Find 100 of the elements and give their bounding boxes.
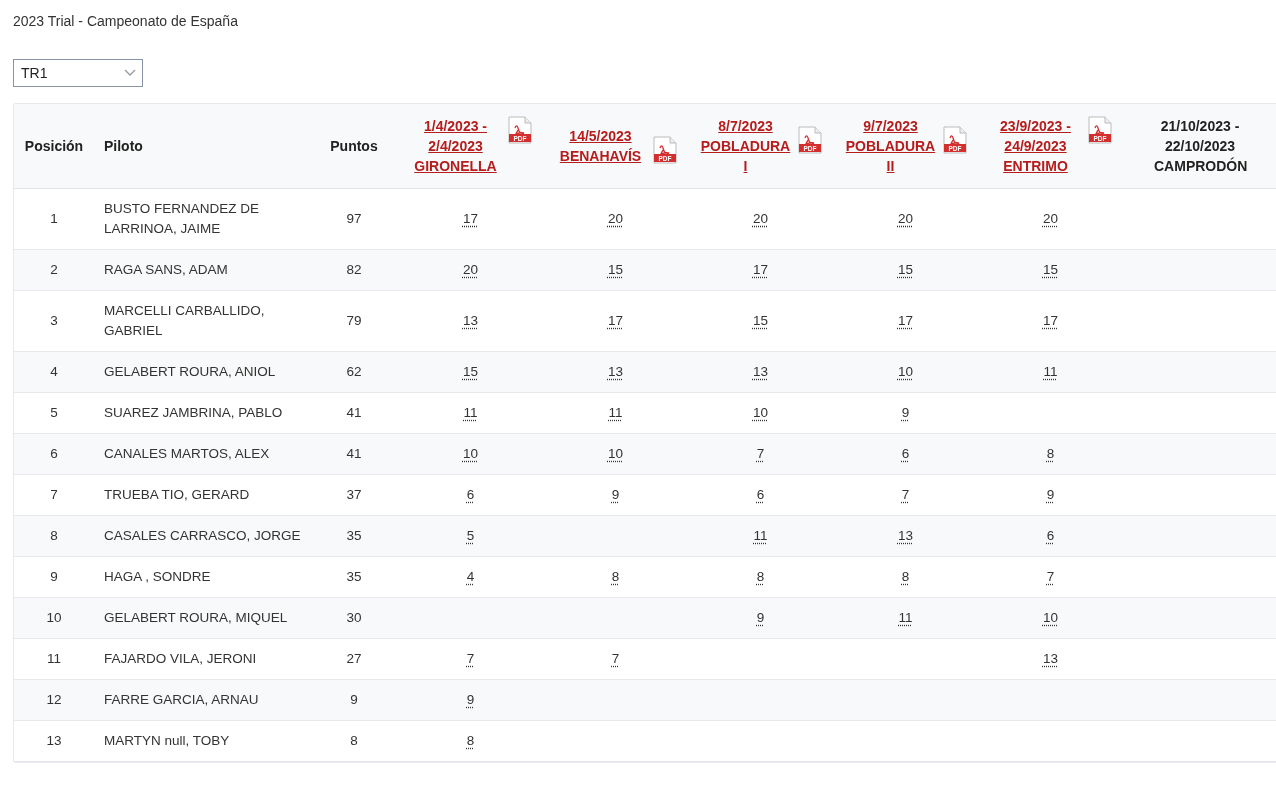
points-cell: 37	[310, 474, 398, 516]
rider-cell: GELABERT ROURA, ANIOL	[94, 351, 310, 393]
score-value: 10	[463, 446, 478, 461]
score-value: 17	[898, 313, 913, 328]
rider-cell: HAGA , SONDRE	[94, 556, 310, 598]
score-value: 11	[463, 405, 478, 420]
column-header: Posición	[14, 104, 94, 189]
score-value: 13	[463, 313, 478, 328]
score-value: 9	[611, 487, 620, 502]
category-select[interactable]: TR1	[13, 59, 143, 87]
score-value: 13	[608, 364, 623, 379]
rider-cell: FARRE GARCIA, ARNAU	[94, 679, 310, 721]
race-link[interactable]: 14/5/2023 BENAHAVÍS	[554, 126, 647, 166]
rider-cell: GELABERT ROURA, MIQUEL	[94, 597, 310, 639]
rider-cell: MARTYN null, TOBY	[94, 720, 310, 762]
score-value: 11	[1043, 364, 1058, 379]
position-cell: 10	[14, 597, 94, 639]
score-value: 10	[1043, 610, 1058, 625]
score-value: 10	[898, 364, 913, 379]
rider-cell: FAJARDO VILA, JERONI	[94, 638, 310, 680]
score-value: 20	[463, 262, 478, 277]
score-value: 7	[756, 446, 765, 461]
points-cell: 30	[310, 597, 398, 639]
race-link[interactable]: 23/9/2023 - 24/9/2023 ENTRIMO	[989, 116, 1082, 176]
rider-cell: TRUEBA TIO, GERARD	[94, 474, 310, 516]
score-value: 15	[1043, 262, 1058, 277]
position-cell: 13	[14, 720, 94, 762]
position-cell: 3	[14, 290, 94, 352]
points-cell: 41	[310, 433, 398, 475]
column-header: 21/10/2023 - 22/10/2023 CAMPRODÓN	[1154, 117, 1246, 176]
score-value: 11	[753, 528, 768, 543]
score-value: 6	[1046, 528, 1055, 543]
position-cell: 1	[14, 188, 94, 250]
score-value: 5	[466, 528, 475, 543]
rider-cell: CASALES CARRASCO, JORGE	[94, 515, 310, 557]
points-cell: 62	[310, 351, 398, 393]
position-cell: 12	[14, 679, 94, 721]
score-value: 17	[753, 262, 768, 277]
rider-cell: SUAREZ JAMBRINA, PABLO	[94, 392, 310, 434]
score-value: 17	[608, 313, 623, 328]
rider-cell: CANALES MARTOS, ALEX	[94, 433, 310, 475]
score-value: 20	[898, 211, 913, 226]
score-value: 7	[1046, 569, 1055, 584]
score-value: 17	[1043, 313, 1058, 328]
score-value: 11	[608, 405, 623, 420]
points-cell: 27	[310, 638, 398, 680]
points-cell: 79	[310, 290, 398, 352]
score-value: 8	[901, 569, 910, 584]
score-value: 6	[901, 446, 910, 461]
position-cell: 11	[14, 638, 94, 680]
score-value: 20	[1043, 211, 1058, 226]
rider-cell: MARCELLI CARBALLIDO, GABRIEL	[94, 290, 310, 352]
score-value: 9	[466, 692, 475, 707]
race-link[interactable]: 9/7/2023 POBLADURA II	[844, 116, 937, 176]
score-value: 6	[466, 487, 475, 502]
chevron-down-icon	[124, 69, 136, 77]
points-cell: 41	[310, 392, 398, 434]
points-cell: 35	[310, 515, 398, 557]
score-value: 8	[1046, 446, 1055, 461]
position-cell: 7	[14, 474, 94, 516]
score-value: 15	[753, 313, 768, 328]
position-cell: 9	[14, 556, 94, 598]
score-value: 8	[466, 733, 475, 748]
score-value: 7	[901, 487, 910, 502]
position-cell: 2	[14, 249, 94, 291]
points-cell: 9	[310, 679, 398, 721]
score-value: 13	[1043, 651, 1058, 666]
page-title: 2023 Trial - Campeonato de España	[13, 13, 238, 29]
score-value: 20	[753, 211, 768, 226]
rider-cell: BUSTO FERNANDEZ DE LARRINOA, JAIME	[94, 188, 310, 250]
column-header: Puntos	[310, 104, 398, 189]
score-value: 17	[463, 211, 478, 226]
points-cell: 82	[310, 249, 398, 291]
score-value: 10	[608, 446, 623, 461]
score-value: 7	[611, 651, 620, 666]
position-cell: 4	[14, 351, 94, 393]
score-value: 8	[611, 569, 620, 584]
position-cell: 6	[14, 433, 94, 475]
score-value: 15	[463, 364, 478, 379]
rider-cell: RAGA SANS, ADAM	[94, 249, 310, 291]
score-value: 9	[756, 610, 765, 625]
score-value: 9	[1046, 487, 1055, 502]
race-link[interactable]: 1/4/2023 - 2/4/2023 GIRONELLA	[409, 116, 502, 176]
race-link[interactable]: 8/7/2023 POBLADURA I	[699, 116, 792, 176]
position-cell: 5	[14, 392, 94, 434]
score-value: 7	[466, 651, 475, 666]
score-value: 10	[753, 405, 768, 420]
points-cell: 8	[310, 720, 398, 762]
score-value: 15	[608, 262, 623, 277]
score-value: 6	[756, 487, 765, 502]
score-value: 8	[756, 569, 765, 584]
position-cell: 8	[14, 515, 94, 557]
score-value: 4	[466, 569, 475, 584]
score-value: 11	[898, 610, 913, 625]
column-header: Piloto	[94, 104, 310, 189]
score-value: 15	[898, 262, 913, 277]
score-value: 9	[901, 405, 910, 420]
points-cell: 35	[310, 556, 398, 598]
score-value: 20	[608, 211, 623, 226]
score-value: 13	[753, 364, 768, 379]
